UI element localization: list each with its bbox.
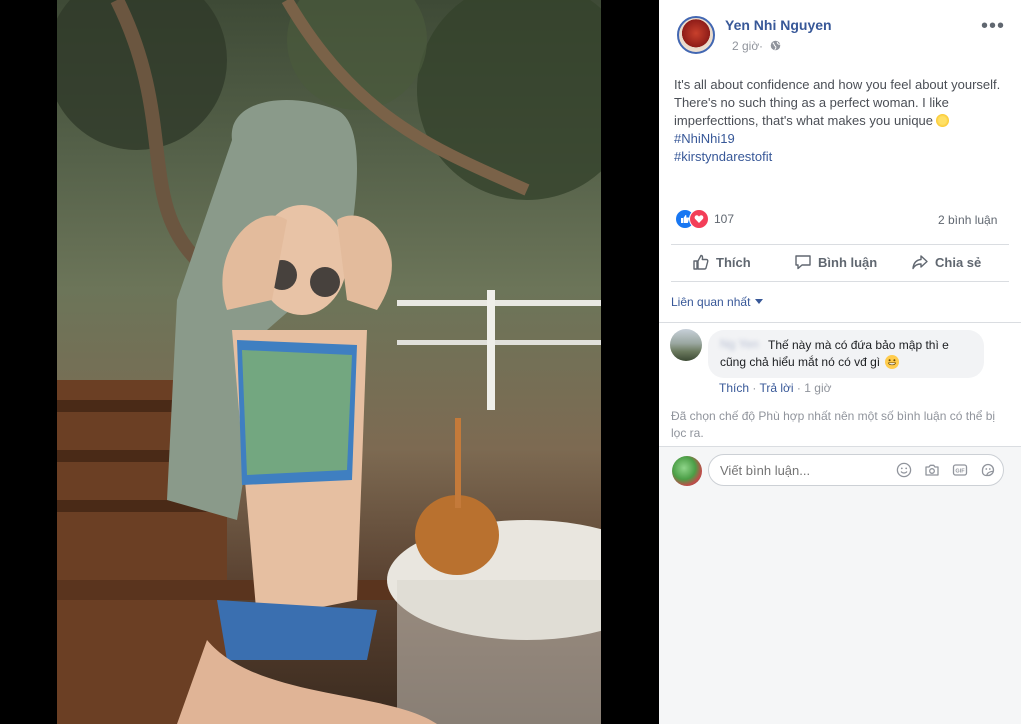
comment-count-link[interactable]: 2 bình luận	[938, 213, 997, 227]
commenter-avatar[interactable]	[670, 329, 702, 361]
globe-icon[interactable]	[770, 40, 781, 51]
comment-like-link[interactable]: Thích	[719, 381, 749, 395]
post-caption: It's all about confidence and how you fe…	[674, 77, 1001, 128]
caret-down-icon	[755, 299, 764, 304]
comment-text: Thế này mà có đứa bảo mập thì e cũng chả…	[720, 338, 949, 369]
comment-button[interactable]: Bình luận	[794, 253, 877, 271]
author-avatar[interactable]	[677, 16, 715, 54]
comment-time[interactable]: 1 giờ	[804, 381, 831, 395]
post-caption-block: It's all about confidence and how you fe…	[674, 76, 1006, 166]
post-timestamp[interactable]: 2 giờ	[732, 39, 759, 53]
comment-sort-label: Liên quan nhất	[671, 295, 751, 309]
camera-icon[interactable]	[924, 462, 940, 478]
hashtag-link[interactable]: #kirstyndarestofit	[674, 148, 1006, 166]
photo-viewer	[0, 0, 659, 724]
gif-icon[interactable]: GIF	[952, 462, 968, 478]
comment-button-label: Bình luận	[818, 255, 878, 270]
comment-reply-link[interactable]: Trả lời	[759, 381, 793, 395]
share-button[interactable]: Chia sẻ	[911, 253, 981, 271]
share-arrow-icon	[912, 255, 928, 270]
comment-text-block: Thế này mà có đứa bảo mập thì e cũng chả…	[720, 337, 976, 371]
more-options-button[interactable]: •••	[981, 15, 1005, 38]
time-separator: ·	[759, 39, 763, 53]
like-button[interactable]: Thích	[692, 253, 751, 271]
like-button-label: Thích	[716, 255, 751, 270]
post-sidebar: Yen Nhi Nguyen 2 giờ · ••• It's all abou…	[659, 0, 1021, 724]
share-button-label: Chia sẻ	[935, 255, 982, 270]
author-name[interactable]: Yen Nhi Nguyen	[725, 17, 832, 33]
comment-sort-dropdown[interactable]: Liên quan nhất	[671, 295, 764, 309]
hashtag-link[interactable]: #NhiNhi19	[674, 130, 1006, 148]
filter-notice: Đã chọn chế độ Phù hợp nhất nên một số b…	[671, 409, 996, 440]
love-reaction-icon	[689, 209, 709, 229]
current-user-avatar[interactable]	[672, 456, 702, 486]
smiley-icon[interactable]	[896, 462, 912, 478]
sticker-icon[interactable]	[980, 462, 996, 478]
comment-bubble: Ng Yen Thế này mà có đứa bảo mập thì e c…	[708, 330, 984, 378]
divider	[659, 322, 1021, 323]
thumbs-up-icon	[693, 254, 709, 270]
speech-bubble-icon	[795, 255, 811, 270]
photo-illustration	[57, 0, 601, 724]
post-photo[interactable]	[57, 0, 601, 724]
comment-actions: Thích · Trả lời · 1 giờ	[719, 381, 831, 395]
grin-emoji-icon	[885, 355, 900, 369]
comment-composer[interactable]: GIF	[708, 454, 1004, 486]
comment-input[interactable]	[720, 463, 880, 478]
sun-emoji-icon	[936, 114, 950, 127]
composer-area	[659, 447, 1021, 724]
svg-text:GIF: GIF	[955, 469, 965, 475]
reaction-count[interactable]: 107	[714, 212, 734, 226]
post-action-bar: Thích Bình luận Chia sẻ	[671, 244, 1009, 282]
